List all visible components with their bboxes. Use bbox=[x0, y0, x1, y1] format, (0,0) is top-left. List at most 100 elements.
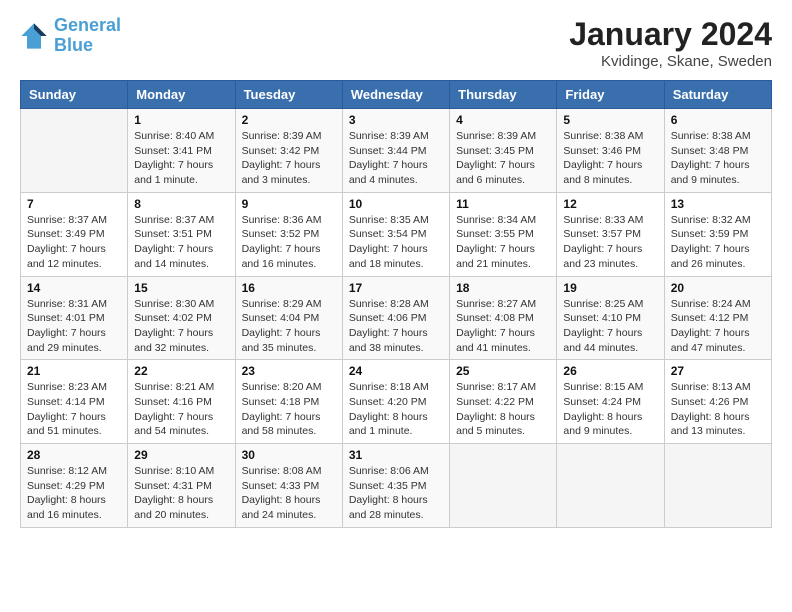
day-info: Sunrise: 8:30 AMSunset: 4:02 PMDaylight:… bbox=[134, 297, 228, 356]
day-number: 26 bbox=[563, 364, 657, 378]
day-info: Sunrise: 8:39 AMSunset: 3:44 PMDaylight:… bbox=[349, 129, 443, 188]
day-number: 19 bbox=[563, 281, 657, 295]
calendar-cell: 27Sunrise: 8:13 AMSunset: 4:26 PMDayligh… bbox=[664, 360, 771, 444]
day-number: 18 bbox=[456, 281, 550, 295]
calendar-cell bbox=[664, 444, 771, 528]
day-number: 13 bbox=[671, 197, 765, 211]
calendar-cell bbox=[557, 444, 664, 528]
calendar-cell: 8 Sunrise: 8:37 AMSunset: 3:51 PMDaylight… bbox=[128, 192, 235, 276]
calendar-week-row: 28 Sunrise: 8:12 AMSunset: 4:29 PMDayligh… bbox=[21, 444, 772, 528]
day-number: 2 bbox=[242, 113, 336, 127]
day-of-week-header: Thursday bbox=[450, 81, 557, 109]
day-of-week-header: Monday bbox=[128, 81, 235, 109]
day-of-week-header: Tuesday bbox=[235, 81, 342, 109]
day-number: 21 bbox=[27, 364, 121, 378]
location: Kvidinge, Skane, Sweden bbox=[569, 53, 772, 70]
day-info: Sunrise: 8:39 AMSunset: 3:45 PMDaylight:… bbox=[456, 129, 550, 188]
day-of-week-header: Saturday bbox=[664, 81, 771, 109]
day-number: 23 bbox=[242, 364, 336, 378]
day-info: Sunrise: 8:18 AMSunset: 4:20 PMDaylight:… bbox=[349, 380, 443, 439]
day-number: 9 bbox=[242, 197, 336, 211]
day-info: Sunrise: 8:31 AMSunset: 4:01 PMDaylight:… bbox=[27, 297, 121, 356]
day-of-week-header: Friday bbox=[557, 81, 664, 109]
day-info: Sunrise: 8:32 AMSunset: 3:59 PMDaylight:… bbox=[671, 213, 765, 272]
calendar-cell: 12Sunrise: 8:33 AMSunset: 3:57 PMDayligh… bbox=[557, 192, 664, 276]
calendar-cell bbox=[450, 444, 557, 528]
calendar-cell: 6Sunrise: 8:38 AMSunset: 3:48 PMDaylight… bbox=[664, 109, 771, 193]
day-info: Sunrise: 8:21 AMSunset: 4:16 PMDaylight:… bbox=[134, 380, 228, 439]
calendar-cell: 19Sunrise: 8:25 AMSunset: 4:10 PMDayligh… bbox=[557, 276, 664, 360]
day-info: Sunrise: 8:38 AMSunset: 3:46 PMDaylight:… bbox=[563, 129, 657, 188]
day-info: Sunrise: 8:06 AMSunset: 4:35 PMDaylight:… bbox=[349, 464, 443, 523]
calendar-week-row: 21 Sunrise: 8:23 AMSunset: 4:14 PMDayligh… bbox=[21, 360, 772, 444]
calendar-cell: 14 Sunrise: 8:31 AMSunset: 4:01 PMDayligh… bbox=[21, 276, 128, 360]
day-number: 24 bbox=[349, 364, 443, 378]
day-number: 27 bbox=[671, 364, 765, 378]
calendar-cell: 7Sunrise: 8:37 AMSunset: 3:49 PMDaylight… bbox=[21, 192, 128, 276]
day-number: 31 bbox=[349, 448, 443, 462]
day-number: 11 bbox=[456, 197, 550, 211]
day-number: 17 bbox=[349, 281, 443, 295]
calendar-cell: 10 Sunrise: 8:35 AMSunset: 3:54 PMDayligh… bbox=[342, 192, 449, 276]
day-number: 16 bbox=[242, 281, 336, 295]
day-info: Sunrise: 8:29 AMSunset: 4:04 PMDaylight:… bbox=[242, 297, 336, 356]
day-info: Sunrise: 8:20 AMSunset: 4:18 PMDaylight:… bbox=[242, 380, 336, 439]
day-number: 1 bbox=[134, 113, 228, 127]
calendar-cell: 25 Sunrise: 8:17 AMSunset: 4:22 PMDayligh… bbox=[450, 360, 557, 444]
calendar-cell bbox=[21, 109, 128, 193]
calendar-cell: 3 Sunrise: 8:39 AMSunset: 3:44 PMDaylight… bbox=[342, 109, 449, 193]
day-number: 10 bbox=[349, 197, 443, 211]
day-number: 20 bbox=[671, 281, 765, 295]
calendar-cell: 2Sunrise: 8:39 AMSunset: 3:42 PMDaylight… bbox=[235, 109, 342, 193]
month-title: January 2024 bbox=[569, 16, 772, 53]
day-number: 14 bbox=[27, 281, 121, 295]
day-info: Sunrise: 8:35 AMSunset: 3:54 PMDaylight:… bbox=[349, 213, 443, 272]
day-of-week-header: Sunday bbox=[21, 81, 128, 109]
day-info: Sunrise: 8:24 AMSunset: 4:12 PMDaylight:… bbox=[671, 297, 765, 356]
calendar-cell: 4 Sunrise: 8:39 AMSunset: 3:45 PMDaylight… bbox=[450, 109, 557, 193]
day-number: 28 bbox=[27, 448, 121, 462]
calendar-cell: 15 Sunrise: 8:30 AMSunset: 4:02 PMDayligh… bbox=[128, 276, 235, 360]
day-number: 5 bbox=[563, 113, 657, 127]
calendar-cell: 22 Sunrise: 8:21 AMSunset: 4:16 PMDayligh… bbox=[128, 360, 235, 444]
calendar-cell: 23 Sunrise: 8:20 AMSunset: 4:18 PMDayligh… bbox=[235, 360, 342, 444]
day-info: Sunrise: 8:10 AMSunset: 4:31 PMDaylight:… bbox=[134, 464, 228, 523]
day-info: Sunrise: 8:38 AMSunset: 3:48 PMDaylight:… bbox=[671, 129, 765, 188]
calendar-cell: 28 Sunrise: 8:12 AMSunset: 4:29 PMDayligh… bbox=[21, 444, 128, 528]
day-info: Sunrise: 8:15 AMSunset: 4:24 PMDaylight:… bbox=[563, 380, 657, 439]
title-block: January 2024 Kvidinge, Skane, Sweden bbox=[569, 16, 772, 70]
calendar-cell: 18 Sunrise: 8:27 AMSunset: 4:08 PMDayligh… bbox=[450, 276, 557, 360]
calendar-cell: 11Sunrise: 8:34 AMSunset: 3:55 PMDayligh… bbox=[450, 192, 557, 276]
day-info: Sunrise: 8:23 AMSunset: 4:14 PMDaylight:… bbox=[27, 380, 121, 439]
day-info: Sunrise: 8:37 AMSunset: 3:51 PMDaylight:… bbox=[134, 213, 228, 272]
day-info: Sunrise: 8:27 AMSunset: 4:08 PMDaylight:… bbox=[456, 297, 550, 356]
day-info: Sunrise: 8:12 AMSunset: 4:29 PMDaylight:… bbox=[27, 464, 121, 523]
page-header: General Blue January 2024 Kvidinge, Skan… bbox=[20, 16, 772, 70]
day-number: 29 bbox=[134, 448, 228, 462]
logo: General Blue bbox=[20, 16, 121, 56]
calendar-cell: 26 Sunrise: 8:15 AMSunset: 4:24 PMDayligh… bbox=[557, 360, 664, 444]
day-info: Sunrise: 8:40 AMSunset: 3:41 PMDaylight:… bbox=[134, 129, 228, 188]
calendar-table: SundayMondayTuesdayWednesdayThursdayFrid… bbox=[20, 80, 772, 528]
calendar-cell: 31 Sunrise: 8:06 AMSunset: 4:35 PMDayligh… bbox=[342, 444, 449, 528]
calendar-cell: 24 Sunrise: 8:18 AMSunset: 4:20 PMDayligh… bbox=[342, 360, 449, 444]
day-number: 8 bbox=[134, 197, 228, 211]
calendar-cell: 9Sunrise: 8:36 AMSunset: 3:52 PMDaylight… bbox=[235, 192, 342, 276]
calendar-header-row: SundayMondayTuesdayWednesdayThursdayFrid… bbox=[21, 81, 772, 109]
day-info: Sunrise: 8:17 AMSunset: 4:22 PMDaylight:… bbox=[456, 380, 550, 439]
calendar-cell: 20 Sunrise: 8:24 AMSunset: 4:12 PMDayligh… bbox=[664, 276, 771, 360]
day-number: 22 bbox=[134, 364, 228, 378]
day-number: 7 bbox=[27, 197, 121, 211]
calendar-cell: 29 Sunrise: 8:10 AMSunset: 4:31 PMDayligh… bbox=[128, 444, 235, 528]
day-number: 4 bbox=[456, 113, 550, 127]
day-number: 30 bbox=[242, 448, 336, 462]
day-number: 15 bbox=[134, 281, 228, 295]
day-info: Sunrise: 8:08 AMSunset: 4:33 PMDaylight:… bbox=[242, 464, 336, 523]
day-number: 25 bbox=[456, 364, 550, 378]
day-number: 12 bbox=[563, 197, 657, 211]
calendar-week-row: 1 Sunrise: 8:40 AMSunset: 3:41 PMDaylight… bbox=[21, 109, 772, 193]
calendar-cell: 17Sunrise: 8:28 AMSunset: 4:06 PMDayligh… bbox=[342, 276, 449, 360]
day-number: 3 bbox=[349, 113, 443, 127]
calendar-cell: 1 Sunrise: 8:40 AMSunset: 3:41 PMDaylight… bbox=[128, 109, 235, 193]
logo-icon bbox=[20, 22, 48, 50]
